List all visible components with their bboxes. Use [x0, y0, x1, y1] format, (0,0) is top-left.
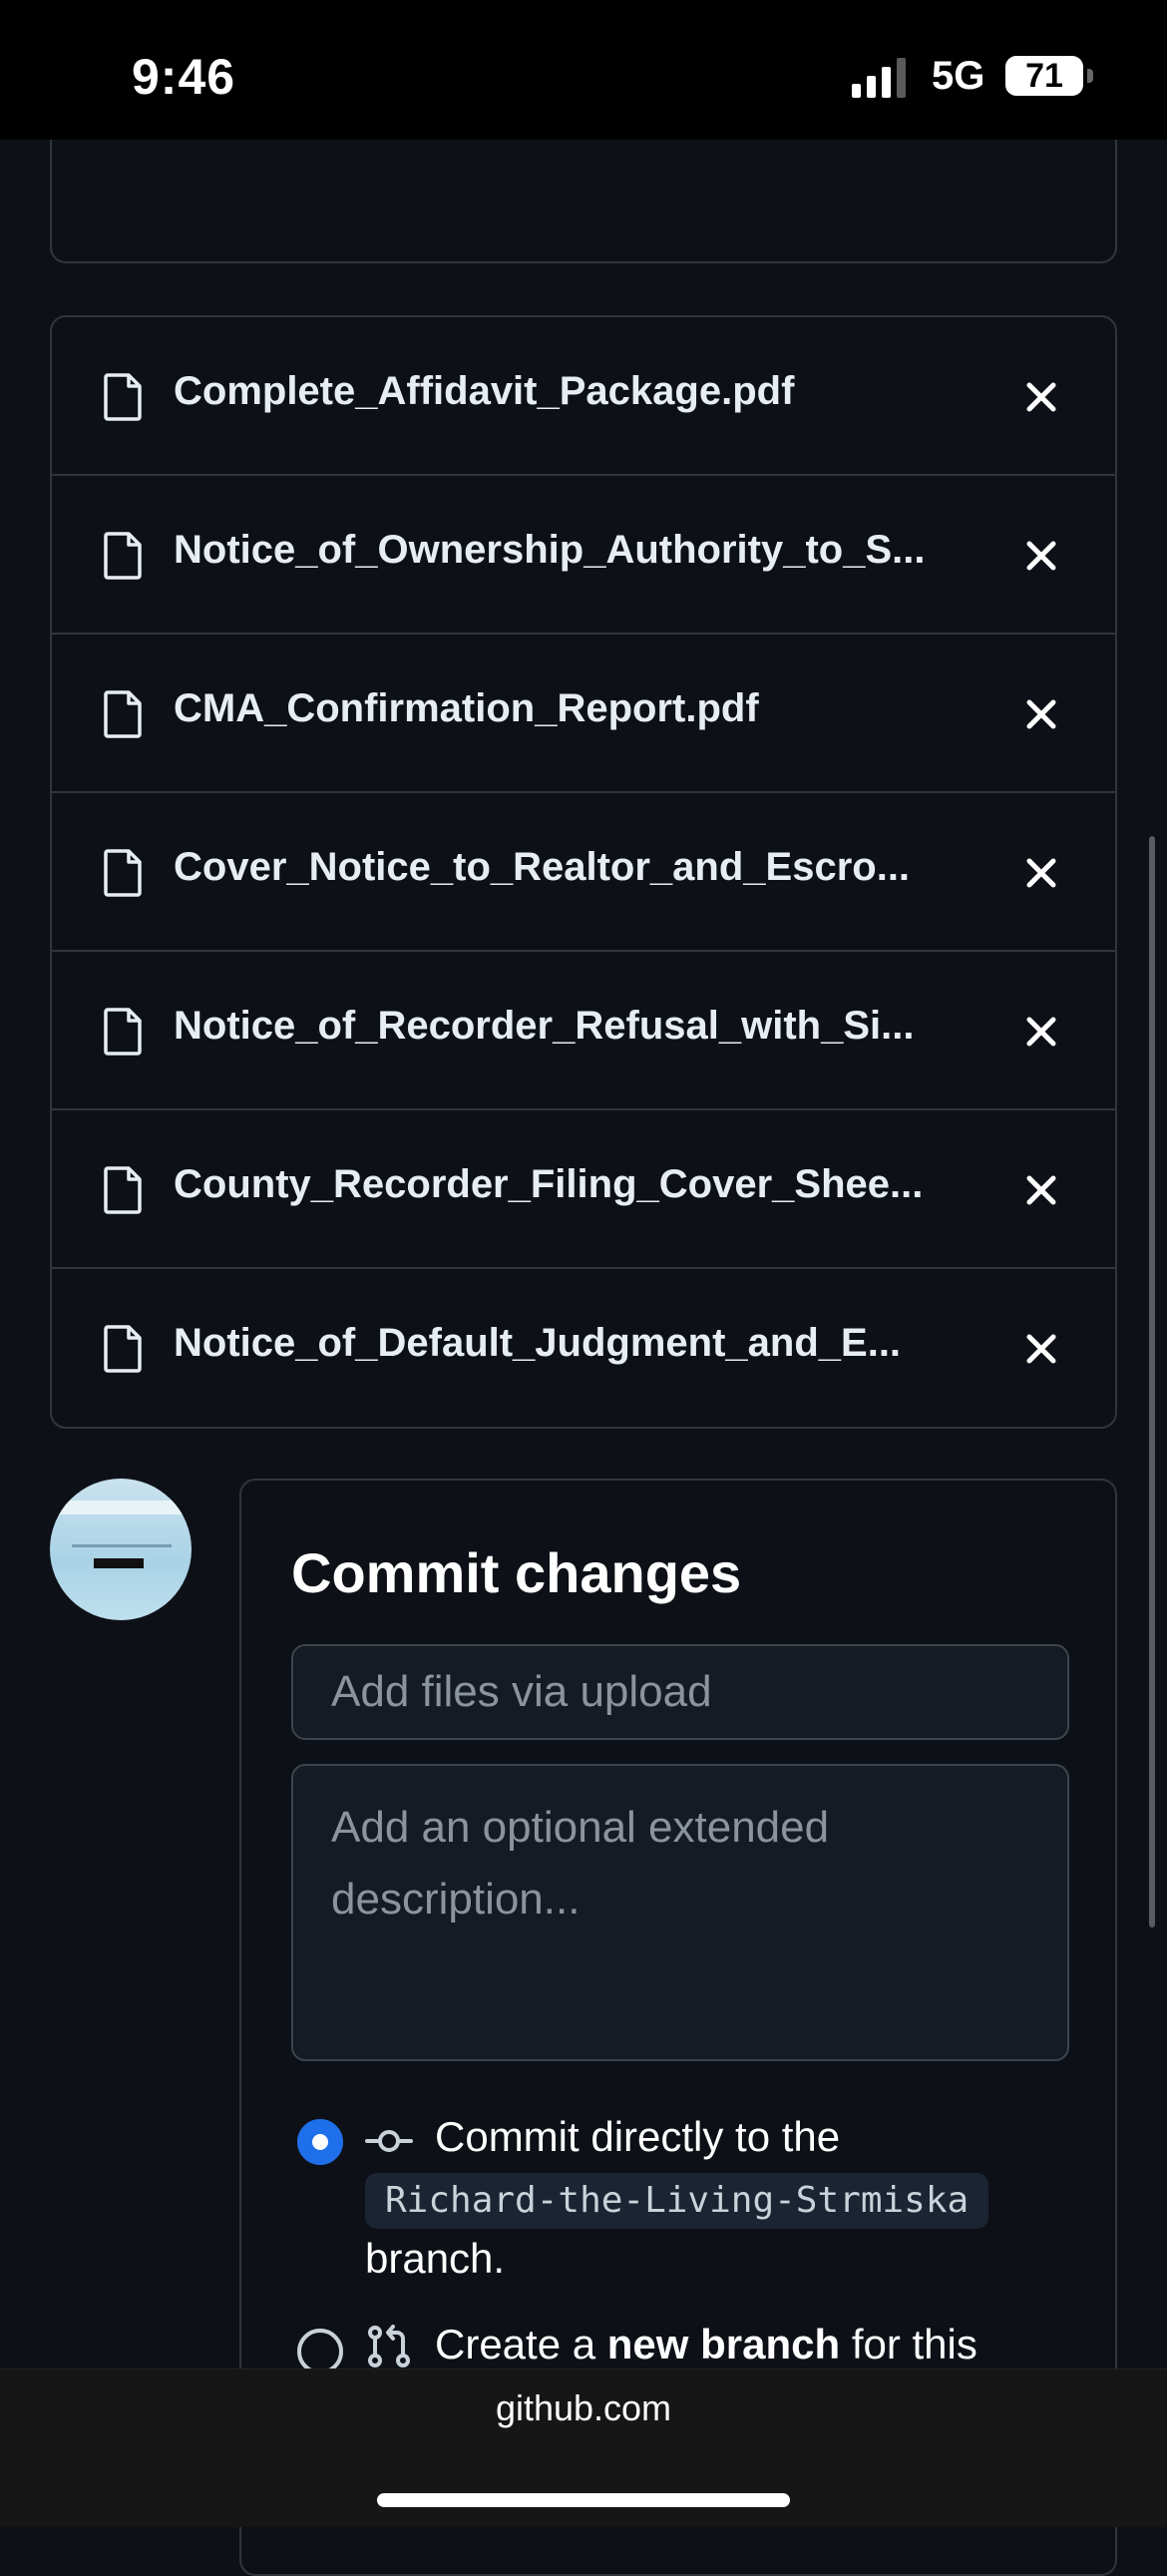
- remove-file-close-icon[interactable]: [1019, 1010, 1063, 1054]
- branch-name: Richard-the-Living-Strmiska: [365, 2173, 989, 2229]
- remove-file-close-icon[interactable]: [1019, 1168, 1063, 1212]
- avatar-detail: [72, 1544, 172, 1547]
- file-name: Cover_Notice_to_Realtor_and_Escro...: [174, 845, 911, 889]
- network-type: 5G: [932, 54, 985, 98]
- commit-summary-input[interactable]: [291, 1644, 1069, 1740]
- file-icon: [104, 1325, 142, 1373]
- git-pull-request-icon: [368, 2325, 410, 2367]
- commit-direct-suffix: branch.: [365, 2235, 506, 2282]
- file-row: CMA_Confirmation_Report.pdf: [52, 635, 1115, 793]
- new-branch-label: Create a new branch for this: [435, 2321, 977, 2368]
- file-name: Notice_of_Recorder_Refusal_with_Si...: [174, 1004, 915, 1048]
- file-row: Notice_of_Recorder_Refusal_with_Si...: [52, 952, 1115, 1110]
- new-branch-bold: new branch: [606, 2321, 841, 2367]
- remove-file-close-icon[interactable]: [1019, 375, 1063, 419]
- file-icon: [104, 690, 142, 738]
- uploaded-file-list: Complete_Affidavit_Package.pdf Notice_of…: [50, 315, 1117, 1429]
- new-branch-prefix: Create a: [435, 2321, 607, 2367]
- file-row: Notice_of_Ownership_Authority_to_S...: [52, 476, 1115, 635]
- browser-bottom-bar: github.com: [0, 2368, 1167, 2527]
- commit-title: Commit changes: [291, 1541, 742, 1604]
- remove-file-close-icon[interactable]: [1019, 692, 1063, 736]
- file-name: Notice_of_Default_Judgment_and_E...: [174, 1321, 902, 1365]
- page-scrollbar[interactable]: [1149, 836, 1155, 1928]
- commit-direct-radio[interactable]: [297, 2119, 343, 2165]
- user-avatar[interactable]: [50, 1479, 192, 1620]
- file-name: Complete_Affidavit_Package.pdf: [174, 369, 795, 413]
- git-commit-icon: [365, 2130, 413, 2152]
- file-row: Notice_of_Default_Judgment_and_E...: [52, 1269, 1115, 1427]
- file-name: County_Recorder_Filing_Cover_Shee...: [174, 1162, 924, 1206]
- avatar-detail: [50, 1501, 192, 1514]
- battery-tip: [1087, 69, 1093, 83]
- file-row: Cover_Notice_to_Realtor_and_Escro...: [52, 793, 1115, 952]
- remove-file-close-icon[interactable]: [1019, 851, 1063, 895]
- file-icon: [104, 373, 142, 421]
- file-row: County_Recorder_Filing_Cover_Shee...: [52, 1110, 1115, 1269]
- avatar-detail: [94, 1558, 144, 1568]
- remove-file-close-icon[interactable]: [1019, 1327, 1063, 1371]
- status-time: 9:46: [132, 49, 236, 105]
- battery-icon: 71: [1005, 56, 1083, 96]
- file-row: Complete_Affidavit_Package.pdf: [52, 317, 1115, 476]
- file-icon: [104, 1008, 142, 1056]
- cellular-signal-icon: [852, 58, 906, 98]
- file-icon: [104, 532, 142, 580]
- commit-direct-label: Commit directly to the: [435, 2113, 841, 2160]
- file-name: Notice_of_Ownership_Authority_to_S...: [174, 528, 926, 572]
- file-icon: [104, 1166, 142, 1214]
- status-bar: 9:46 5G 71: [0, 0, 1167, 140]
- file-icon: [104, 849, 142, 897]
- home-indicator[interactable]: [377, 2493, 790, 2507]
- new-branch-suffix: for this: [840, 2321, 977, 2367]
- file-name: CMA_Confirmation_Report.pdf: [174, 686, 759, 730]
- commit-description-input[interactable]: [291, 1764, 1069, 2061]
- remove-file-close-icon[interactable]: [1019, 534, 1063, 578]
- browser-domain[interactable]: github.com: [0, 2387, 1167, 2429]
